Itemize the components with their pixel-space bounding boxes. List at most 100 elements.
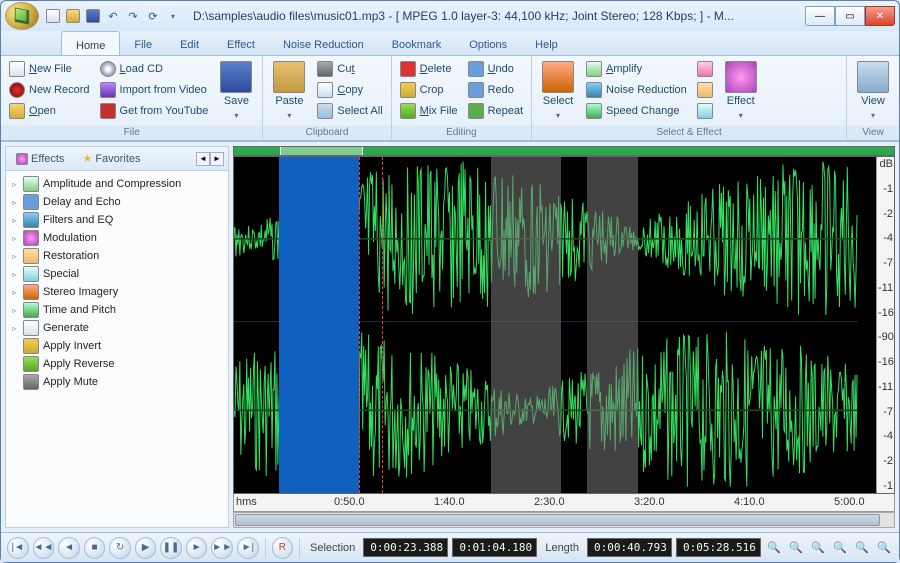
qa-refresh-icon[interactable]: ⟳ <box>145 8 161 24</box>
import-video-button[interactable]: Import from Video <box>96 80 213 100</box>
view-button[interactable]: View <box>851 59 895 123</box>
tree-item-icon <box>23 212 39 228</box>
qa-save-icon[interactable] <box>85 8 101 24</box>
tree-item-label: Restoration <box>43 250 99 262</box>
select-all-button[interactable]: Select All <box>313 101 386 121</box>
sidebar-tab-effects[interactable]: Effects <box>10 151 70 167</box>
new-file-button[interactable]: New File <box>5 59 94 79</box>
play-loop-button[interactable]: ↻ <box>109 537 131 559</box>
expand-icon[interactable]: ▹ <box>10 234 19 243</box>
tree-item-generate[interactable]: ▹Generate <box>8 319 226 337</box>
tree-item-special[interactable]: ▹Special <box>8 265 226 283</box>
sidebar-tab-favorites[interactable]: ★Favorites <box>76 150 146 167</box>
tree-item-modulation[interactable]: ▹Modulation <box>8 229 226 247</box>
expand-icon[interactable]: ▹ <box>10 252 19 261</box>
qa-dropdown-icon[interactable]: ▾ <box>165 8 181 24</box>
tab-noise-reduction[interactable]: Noise Reduction <box>269 31 378 55</box>
overview-bar[interactable] <box>233 146 895 156</box>
tree-item-restoration[interactable]: ▹ Restoration <box>8 247 226 265</box>
mix-file-button[interactable]: Mix File <box>396 101 462 121</box>
load-cd-button[interactable]: Load CD <box>96 59 213 79</box>
tab-file[interactable]: File <box>120 31 166 55</box>
save-button[interactable]: Save <box>214 59 258 123</box>
zoom-fit-icon[interactable]: 🔍 <box>831 539 849 557</box>
fast-forward-button[interactable]: ►► <box>211 537 233 559</box>
tab-edit[interactable]: Edit <box>166 31 213 55</box>
copy-button[interactable]: Copy <box>313 80 386 100</box>
undo-button[interactable]: Undo <box>464 59 527 79</box>
zoom-in-v-icon[interactable]: 🔍 <box>853 539 871 557</box>
sidebar-nav-next-icon[interactable]: ► <box>210 152 224 166</box>
tree-item-time-and-pitch[interactable]: ▹Time and Pitch <box>8 301 226 319</box>
expand-icon[interactable]: ▹ <box>10 180 19 189</box>
delete-button[interactable]: Delete <box>396 59 462 79</box>
waveform-display[interactable]: dB-1-2-4-7-11-16-90-16-11-7-4-2-1 <box>233 156 895 494</box>
qa-undo-icon[interactable]: ↶ <box>105 8 121 24</box>
horizontal-scrollbar[interactable] <box>233 512 895 528</box>
qa-open-icon[interactable] <box>65 8 81 24</box>
zoom-out-h-icon[interactable]: 🔍 <box>787 539 805 557</box>
get-youtube-button[interactable]: Get from YouTube <box>96 101 213 121</box>
expand-icon[interactable] <box>10 360 19 369</box>
speed-change-button[interactable]: Speed Change <box>582 101 691 121</box>
new-record-button[interactable]: New Record <box>5 80 94 100</box>
next-button[interactable]: ► <box>186 537 208 559</box>
maximize-button[interactable]: ▭ <box>835 6 865 26</box>
crop-button[interactable]: Crop <box>396 80 462 100</box>
gray-region-1[interactable] <box>491 157 562 493</box>
goto-start-button[interactable]: |◄ <box>7 537 29 559</box>
expand-icon[interactable]: ▹ <box>10 306 19 315</box>
close-button[interactable]: ✕ <box>865 6 895 26</box>
record-button[interactable]: R <box>272 537 294 559</box>
tree-item-apply-reverse[interactable]: Apply Reverse <box>8 355 226 373</box>
tab-home[interactable]: Home <box>61 31 120 55</box>
goto-end-button[interactable]: ►| <box>237 537 259 559</box>
gray-region-2[interactable] <box>587 157 638 493</box>
repeat-button[interactable]: Repeat <box>464 101 527 121</box>
noise-reduction-button[interactable]: Noise Reduction <box>582 80 691 100</box>
rewind-button[interactable]: ◄◄ <box>33 537 55 559</box>
play-button[interactable]: ▶ <box>135 537 157 559</box>
effect-button[interactable]: Effect <box>719 59 763 123</box>
redo-button[interactable]: Redo <box>464 80 527 100</box>
tree-item-apply-mute[interactable]: Apply Mute <box>8 373 226 391</box>
qa-redo-icon[interactable]: ↷ <box>125 8 141 24</box>
expand-icon[interactable] <box>10 342 19 351</box>
tree-item-filters-and-eq[interactable]: ▹Filters and EQ <box>8 211 226 229</box>
tree-item-amplitude-and-compression[interactable]: ▹Amplitude and Compression <box>8 175 226 193</box>
tab-help[interactable]: Help <box>521 31 572 55</box>
select-button[interactable]: Select <box>536 59 580 123</box>
extra1-button[interactable] <box>693 59 717 79</box>
expand-icon[interactable]: ▹ <box>10 216 19 225</box>
minimize-button[interactable]: — <box>805 6 835 26</box>
stop-button[interactable]: ■ <box>84 537 106 559</box>
tree-item-apply-invert[interactable]: Apply Invert <box>8 337 226 355</box>
expand-icon[interactable]: ▹ <box>10 198 19 207</box>
expand-icon[interactable]: ▹ <box>10 288 19 297</box>
expand-icon[interactable] <box>10 378 19 387</box>
tab-effect[interactable]: Effect <box>213 31 269 55</box>
expand-icon[interactable]: ▹ <box>10 324 19 333</box>
prev-button[interactable]: ◄ <box>58 537 80 559</box>
amplify-button[interactable]: Amplify <box>582 59 691 79</box>
zoom-in-h-icon[interactable]: 🔍 <box>765 539 783 557</box>
cut-button[interactable]: Cut <box>313 59 386 79</box>
extra2-button[interactable] <box>693 80 717 100</box>
sidebar-nav-prev-icon[interactable]: ◄ <box>196 152 210 166</box>
extra3-button[interactable] <box>693 101 717 121</box>
tree-item-stereo-imagery[interactable]: ▹Stereo Imagery <box>8 283 226 301</box>
marker-1[interactable] <box>359 157 360 493</box>
zoom-sel-icon[interactable]: 🔍 <box>809 539 827 557</box>
pause-button[interactable]: ❚❚ <box>160 537 182 559</box>
expand-icon[interactable]: ▹ <box>10 270 19 279</box>
zoom-out-v-icon[interactable]: 🔍 <box>875 539 893 557</box>
tab-options[interactable]: Options <box>455 31 521 55</box>
open-button[interactable]: Open <box>5 101 94 121</box>
tree-item-delay-and-echo[interactable]: ▹Delay and Echo <box>8 193 226 211</box>
marker-2[interactable] <box>382 157 383 493</box>
selection-region[interactable] <box>279 157 359 493</box>
time-ruler[interactable]: hms0:50.01:40.02:30.03:20.04:10.05:00.0 <box>233 494 895 512</box>
tab-bookmark[interactable]: Bookmark <box>378 31 456 55</box>
qa-new-icon[interactable] <box>45 8 61 24</box>
paste-button[interactable]: Paste <box>267 59 311 123</box>
